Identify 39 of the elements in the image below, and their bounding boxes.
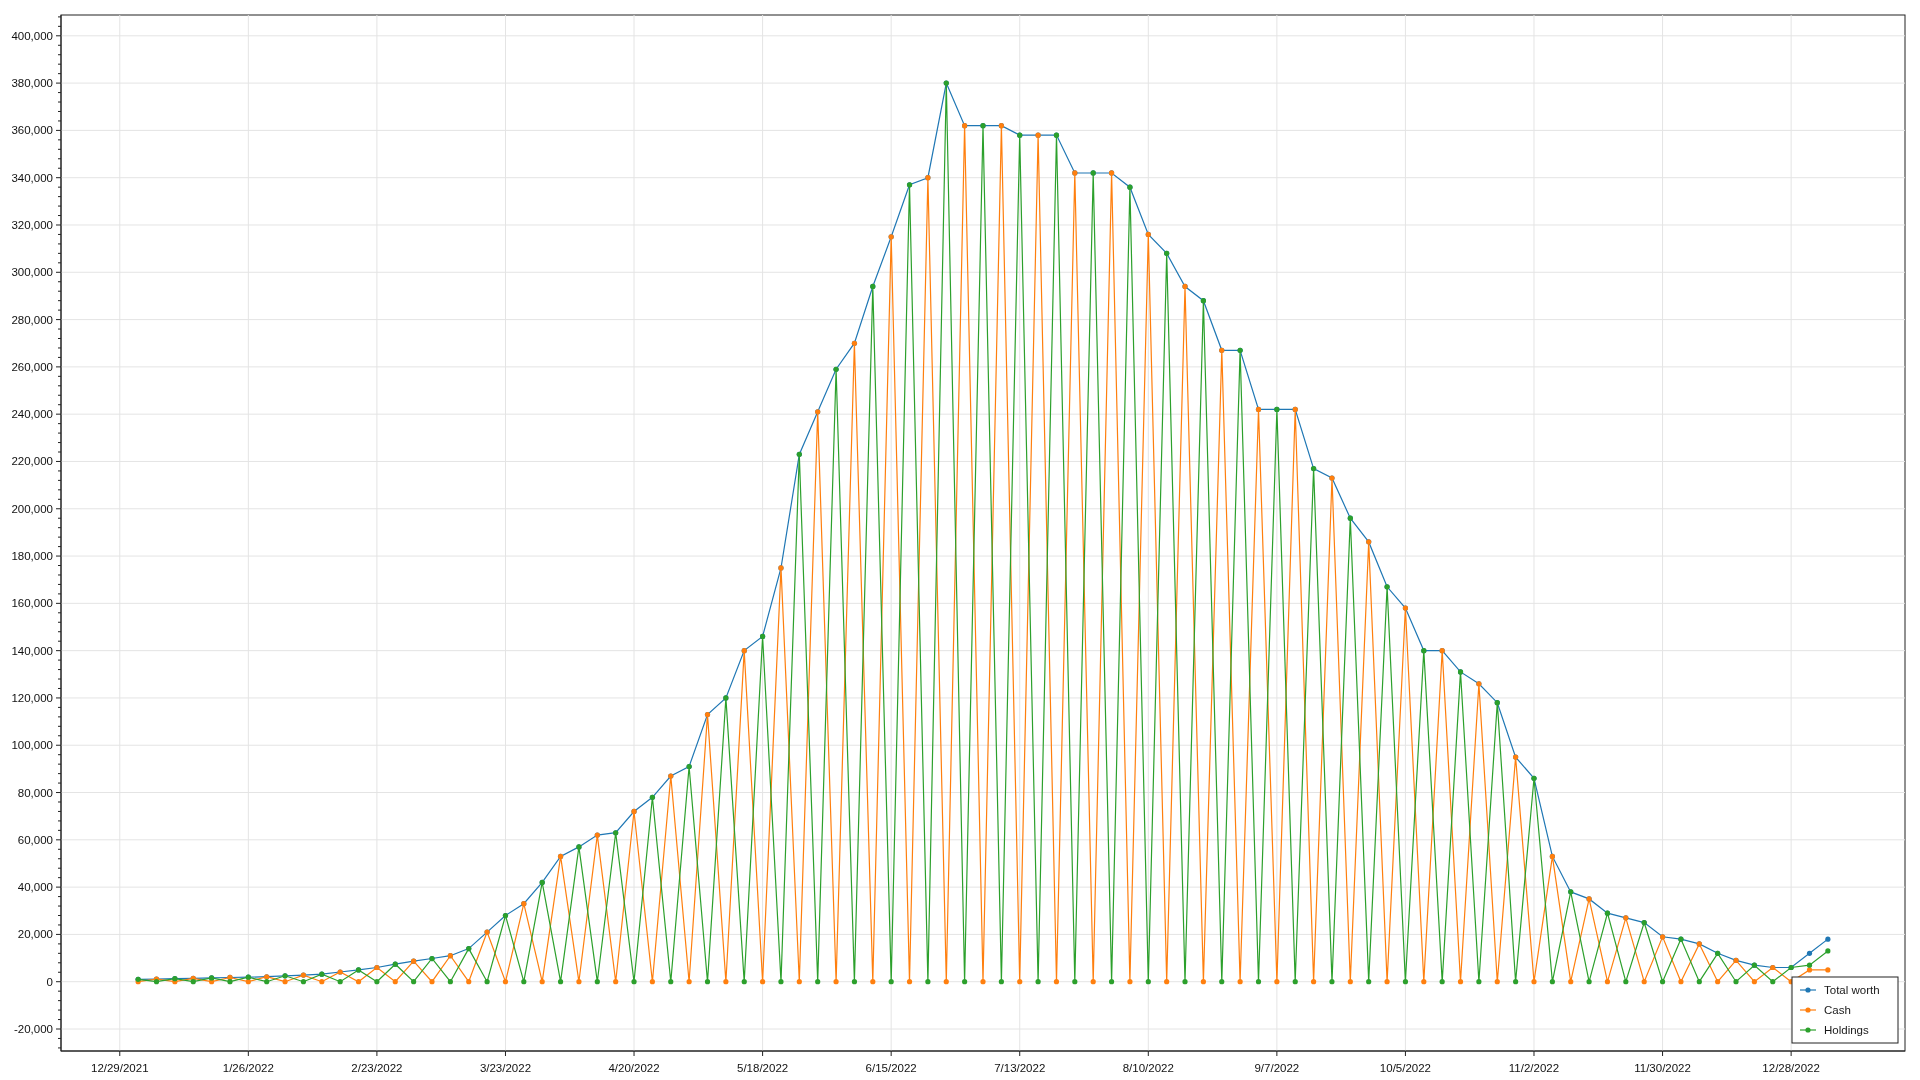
y-axis-label: 100,000	[11, 739, 53, 752]
y-axis-label: 400,000	[11, 29, 53, 42]
y-axis-label: 320,000	[11, 219, 53, 231]
x-axis-label: 9/7/2022	[1254, 1062, 1300, 1074]
y-axis-label: -20,000	[14, 1023, 53, 1035]
y-axis-label: 80,000	[17, 786, 53, 799]
x-axis-label: 4/20/2022	[608, 1062, 660, 1074]
x-axis-label: 12/29/2021	[91, 1062, 149, 1074]
y-axis-label: 240,000	[11, 408, 53, 421]
y-axis-label: 220,000	[11, 455, 53, 468]
x-axis-label: 7/13/2022	[994, 1062, 1046, 1074]
y-axis-label: 380,000	[11, 77, 53, 90]
y-axis-label: 260,000	[11, 360, 53, 373]
x-axis-label: 1/26/2022	[222, 1062, 274, 1074]
y-axis-label: 360,000	[11, 124, 53, 137]
y-axis-label: 60,000	[17, 833, 53, 846]
y-axis-label: 160,000	[11, 597, 53, 610]
y-axis-label: 140,000	[11, 644, 53, 657]
x-axis-label: 8/10/2022	[1122, 1062, 1174, 1074]
y-axis-label: 280,000	[11, 313, 53, 326]
y-axis-label: 0	[46, 975, 53, 988]
x-axis-label: 12/28/2022	[1762, 1062, 1820, 1074]
x-axis-label: 10/5/2022	[1379, 1062, 1431, 1074]
legend-label: Holdings	[1824, 1024, 1869, 1036]
y-axis-label: 180,000	[11, 550, 53, 563]
legend-label: Cash	[1824, 1004, 1851, 1016]
y-axis-label: 40,000	[17, 881, 53, 894]
y-axis-label: 340,000	[11, 171, 53, 184]
x-axis-label: 11/2/2022	[1508, 1062, 1560, 1074]
x-axis-label: 6/15/2022	[865, 1062, 917, 1074]
y-axis-label: 20,000	[17, 928, 53, 941]
x-axis-label: 11/30/2022	[1634, 1062, 1691, 1074]
y-axis-label: 120,000	[11, 691, 53, 704]
x-axis-label: 2/23/2022	[351, 1062, 403, 1074]
y-axis-label: 200,000	[11, 502, 53, 515]
x-axis-label: 5/18/2022	[737, 1062, 789, 1074]
legend-label: Total worth	[1824, 984, 1880, 996]
y-axis-label: 300,000	[11, 266, 53, 279]
x-axis-label: 3/23/2022	[479, 1062, 532, 1074]
